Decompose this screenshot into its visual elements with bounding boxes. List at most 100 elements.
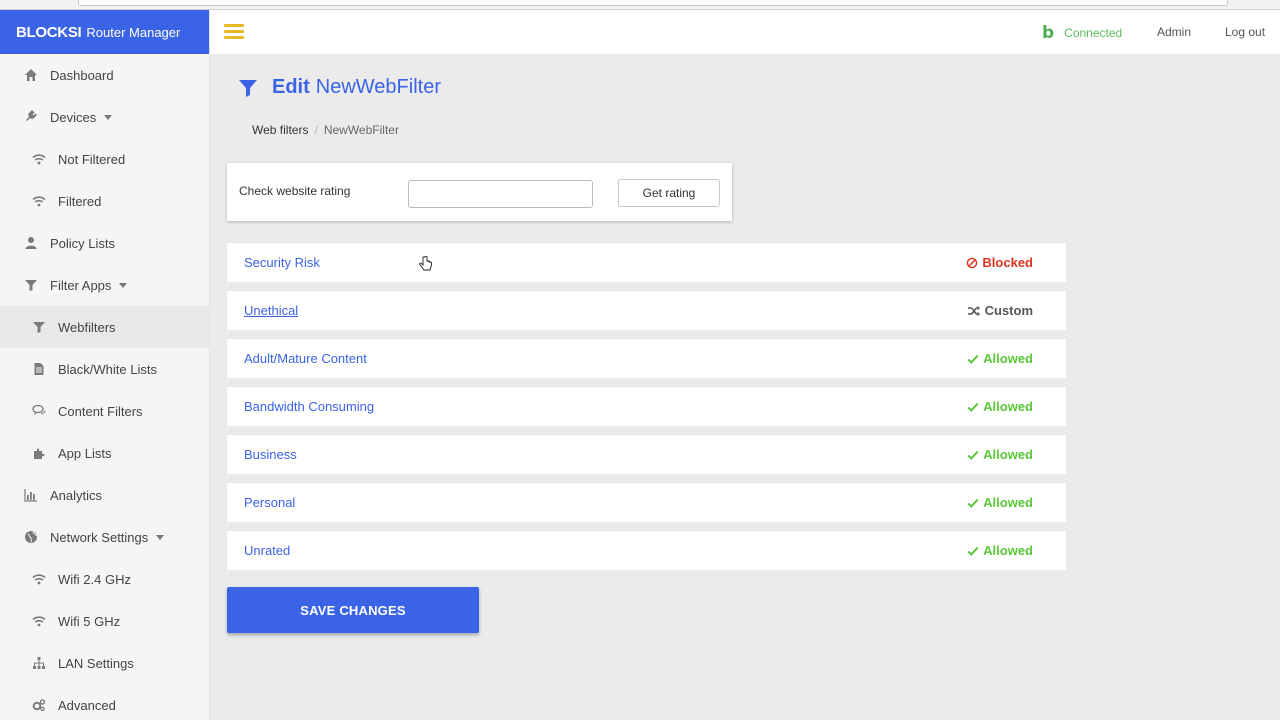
get-rating-button[interactable]: Get rating bbox=[618, 179, 720, 207]
category-status[interactable]: Custom bbox=[967, 303, 1033, 318]
sidebar-item-filter-apps[interactable]: Filter Apps bbox=[0, 264, 209, 306]
address-bar[interactable] bbox=[78, 0, 1228, 6]
sidebar-item-wifi-2-4-ghz[interactable]: Wifi 2.4 GHz bbox=[0, 558, 209, 600]
browser-toolbar bbox=[0, 0, 1280, 10]
category-row[interactable]: Personal Allowed bbox=[227, 483, 1066, 522]
hand-cursor-icon bbox=[419, 256, 432, 271]
check-icon bbox=[967, 401, 979, 413]
sidebar-item-advanced[interactable]: Advanced bbox=[0, 684, 209, 720]
breadcrumb: Web filters / NewWebFilter bbox=[252, 123, 399, 137]
wifi-icon bbox=[32, 572, 46, 586]
sidebar-item-label: LAN Settings bbox=[58, 655, 134, 671]
category-status[interactable]: Allowed bbox=[967, 399, 1033, 414]
sidebar-item-black-white-lists[interactable]: Black/White Lists bbox=[0, 348, 209, 390]
sidebar-item-analytics[interactable]: Analytics bbox=[0, 474, 209, 516]
category-name[interactable]: Business bbox=[244, 447, 297, 462]
blocksi-logo-icon: b bbox=[1042, 23, 1055, 43]
category-row[interactable]: Unrated Allowed bbox=[227, 531, 1066, 570]
connection-status: b Connected bbox=[1042, 23, 1122, 43]
logout-link[interactable]: Log out bbox=[1225, 25, 1265, 39]
bar-chart-icon bbox=[24, 488, 38, 502]
breadcrumb-parent[interactable]: Web filters bbox=[252, 123, 308, 137]
puzzle-icon bbox=[32, 446, 46, 460]
sitemap-icon bbox=[32, 656, 46, 670]
top-header: b Connected Admin Log out bbox=[210, 10, 1280, 54]
category-name[interactable]: Personal bbox=[244, 495, 295, 510]
home-icon bbox=[24, 68, 38, 82]
sidebar-item-label: Devices bbox=[50, 109, 97, 125]
category-status[interactable]: Allowed bbox=[967, 447, 1033, 462]
sidebar-item-wifi-5-ghz[interactable]: Wifi 5 GHz bbox=[0, 600, 209, 642]
website-rating-label: Check website rating bbox=[239, 184, 351, 198]
sidebar-item-label: Content Filters bbox=[58, 403, 143, 419]
caret-down-icon bbox=[156, 534, 165, 540]
category-status-label: Allowed bbox=[983, 399, 1033, 414]
category-row[interactable]: Security Risk Blocked bbox=[227, 243, 1066, 282]
category-name[interactable]: Bandwidth Consuming bbox=[244, 399, 374, 414]
brand-product: Router Manager bbox=[86, 24, 181, 40]
sidebar-item-content-filters[interactable]: Content Filters bbox=[0, 390, 209, 432]
category-status[interactable]: Allowed bbox=[967, 495, 1033, 510]
category-name[interactable]: Adult/Mature Content bbox=[244, 351, 367, 366]
category-row[interactable]: Unethical Custom bbox=[227, 291, 1066, 330]
page-title-prefix: Edit bbox=[272, 76, 310, 98]
category-row[interactable]: Business Allowed bbox=[227, 435, 1066, 474]
sidebar-item-label: Network Settings bbox=[50, 529, 149, 545]
category-row[interactable]: Bandwidth Consuming Allowed bbox=[227, 387, 1066, 426]
filter-icon bbox=[32, 320, 46, 334]
check-icon bbox=[967, 353, 979, 365]
sidebar-item-network-settings[interactable]: Network Settings bbox=[0, 516, 209, 558]
sidebar-item-label: Filter Apps bbox=[50, 277, 112, 293]
category-status-label: Allowed bbox=[983, 543, 1033, 558]
wifi-icon bbox=[32, 152, 46, 166]
category-status[interactable]: Allowed bbox=[967, 351, 1033, 366]
sidebar-item-label: Advanced bbox=[58, 697, 116, 713]
brand-logo[interactable]: BLOCKSI Router Manager bbox=[0, 10, 209, 54]
category-status-label: Blocked bbox=[982, 255, 1033, 270]
caret-down-icon bbox=[119, 282, 128, 288]
ban-icon bbox=[966, 257, 978, 269]
brand-name: BLOCKSI bbox=[16, 23, 82, 41]
category-status-label: Custom bbox=[984, 303, 1033, 318]
sidebar-item-app-lists[interactable]: App Lists bbox=[0, 432, 209, 474]
sidebar-item-webfilters[interactable]: Webfilters bbox=[0, 306, 209, 348]
wifi-icon bbox=[32, 194, 46, 208]
file-icon bbox=[32, 362, 46, 376]
save-changes-button[interactable]: SAVE CHANGES bbox=[227, 587, 479, 633]
filter-icon bbox=[239, 79, 257, 97]
sidebar-item-label: Wifi 5 GHz bbox=[58, 613, 121, 629]
page-title-name: NewWebFilter bbox=[315, 76, 441, 98]
user-icon bbox=[24, 236, 38, 250]
sidebar-item-lan-settings[interactable]: LAN Settings bbox=[0, 642, 209, 684]
admin-link[interactable]: Admin bbox=[1157, 25, 1191, 39]
check-icon bbox=[967, 449, 979, 461]
sidebar-item-not-filtered[interactable]: Not Filtered bbox=[0, 138, 209, 180]
category-status[interactable]: Allowed bbox=[967, 543, 1033, 558]
sidebar-item-dashboard[interactable]: Dashboard bbox=[0, 54, 209, 96]
sidebar-item-label: Wifi 2.4 GHz bbox=[58, 571, 131, 587]
caret-down-icon bbox=[104, 114, 113, 120]
check-icon bbox=[967, 497, 979, 509]
menu-toggle-icon[interactable] bbox=[224, 24, 244, 40]
category-status-label: Allowed bbox=[983, 495, 1033, 510]
category-status[interactable]: Blocked bbox=[966, 255, 1033, 270]
category-status-label: Allowed bbox=[983, 447, 1033, 462]
category-row[interactable]: Adult/Mature Content Allowed bbox=[227, 339, 1066, 378]
plug-icon bbox=[24, 110, 38, 124]
scrollbar[interactable] bbox=[1272, 54, 1280, 720]
sidebar-item-policy-lists[interactable]: Policy Lists bbox=[0, 222, 209, 264]
website-url-input[interactable] bbox=[408, 180, 593, 208]
globe-icon bbox=[24, 530, 38, 544]
sidebar-item-label: Policy Lists bbox=[50, 235, 116, 251]
category-name[interactable]: Unethical bbox=[244, 303, 298, 318]
category-name[interactable]: Security Risk bbox=[244, 255, 320, 270]
page-title: Edit NewWebFilter bbox=[238, 76, 441, 99]
sidebar-item-devices[interactable]: Devices bbox=[0, 96, 209, 138]
category-name[interactable]: Unrated bbox=[244, 543, 290, 558]
random-icon bbox=[967, 304, 981, 318]
sidebar-item-label: App Lists bbox=[58, 445, 112, 461]
check-icon bbox=[967, 545, 979, 557]
sidebar-item-label: Black/White Lists bbox=[58, 361, 157, 377]
sidebar-item-label: Not Filtered bbox=[58, 151, 126, 167]
sidebar-item-filtered[interactable]: Filtered bbox=[0, 180, 209, 222]
